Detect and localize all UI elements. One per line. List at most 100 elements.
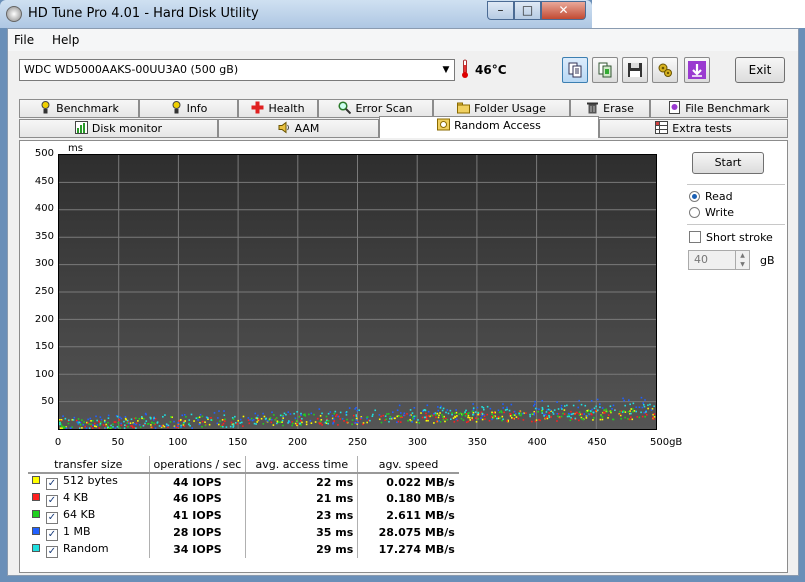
data-point bbox=[471, 417, 473, 419]
tab-benchmark[interactable]: Benchmark bbox=[19, 99, 139, 118]
folder-icon bbox=[457, 102, 471, 114]
data-point bbox=[436, 412, 439, 415]
data-point bbox=[452, 417, 455, 419]
series-color-swatch bbox=[32, 509, 40, 518]
data-point bbox=[178, 420, 181, 422]
options-button[interactable] bbox=[652, 57, 678, 83]
data-point bbox=[506, 408, 508, 411]
data-point bbox=[556, 412, 559, 415]
data-point bbox=[85, 427, 88, 429]
data-point bbox=[242, 415, 245, 418]
data-point bbox=[185, 415, 187, 418]
data-point bbox=[135, 427, 137, 429]
data-point bbox=[107, 414, 110, 417]
data-point bbox=[88, 423, 90, 425]
series-checkbox[interactable]: ✓ bbox=[46, 528, 58, 541]
data-point bbox=[225, 426, 228, 428]
data-point bbox=[455, 409, 457, 411]
data-point bbox=[257, 414, 259, 417]
data-point bbox=[366, 421, 368, 424]
data-point bbox=[449, 418, 452, 421]
short-stroke-stepper[interactable]: 40 ▲ ▼ bbox=[688, 250, 750, 270]
data-point bbox=[195, 417, 198, 419]
data-point bbox=[534, 407, 537, 410]
x-tick-label: 400 bbox=[527, 437, 547, 448]
data-point bbox=[289, 413, 292, 415]
write-radio[interactable]: Write bbox=[689, 206, 734, 219]
data-point bbox=[198, 423, 201, 426]
data-point bbox=[356, 421, 359, 424]
data-point bbox=[124, 417, 127, 420]
data-point bbox=[248, 422, 251, 425]
tab-disk-monitor[interactable]: Disk monitor bbox=[19, 119, 218, 138]
data-point bbox=[90, 425, 93, 427]
chevron-down-icon[interactable]: ▼ bbox=[438, 60, 454, 80]
data-point bbox=[77, 423, 80, 425]
data-point bbox=[90, 423, 92, 426]
start-button[interactable]: Start bbox=[692, 152, 764, 174]
data-point bbox=[191, 427, 193, 429]
tab-health[interactable]: Health bbox=[238, 99, 318, 118]
data-point bbox=[302, 413, 305, 416]
magnifier-icon bbox=[338, 101, 352, 114]
close-button[interactable]: ✕ bbox=[541, 1, 586, 20]
data-point bbox=[607, 414, 610, 416]
x-tick-label: 500gB bbox=[650, 437, 683, 448]
data-point bbox=[153, 417, 155, 419]
data-point bbox=[547, 408, 550, 411]
data-point bbox=[560, 404, 563, 407]
transfer-size-label: 4 KB bbox=[63, 490, 89, 504]
tab-extra-tests[interactable]: Extra tests bbox=[599, 119, 788, 138]
download-button[interactable] bbox=[684, 57, 710, 83]
data-point bbox=[547, 405, 549, 407]
data-point bbox=[533, 405, 535, 407]
data-point bbox=[346, 421, 348, 424]
series-checkbox[interactable]: ✓ bbox=[46, 494, 58, 507]
data-point bbox=[175, 426, 178, 429]
tab-info[interactable]: Info bbox=[139, 99, 238, 118]
drive-select[interactable]: WDC WD5000AAKS-00UU3A0 (500 gB) ▼ bbox=[19, 59, 455, 81]
data-point bbox=[492, 415, 495, 417]
data-point bbox=[320, 419, 323, 421]
tab-aam[interactable]: AAM bbox=[218, 119, 379, 138]
table-row: ✓ 512 bytes 44 IOPS 22 ms 0.022 MB/s bbox=[28, 473, 459, 490]
data-point bbox=[632, 402, 635, 405]
data-point bbox=[324, 421, 327, 424]
y-tick-label: 250 bbox=[34, 286, 54, 297]
data-point bbox=[265, 417, 267, 420]
maximize-button[interactable]: □ bbox=[514, 1, 541, 20]
data-point bbox=[253, 422, 256, 425]
data-point bbox=[582, 418, 585, 421]
series-checkbox[interactable]: ✓ bbox=[46, 511, 58, 524]
data-point bbox=[229, 425, 232, 428]
data-point bbox=[541, 399, 544, 402]
operations-cell: 41 IOPS bbox=[148, 507, 246, 524]
data-point bbox=[107, 417, 110, 420]
data-point bbox=[93, 425, 96, 427]
data-point bbox=[236, 423, 239, 425]
tab-random-access[interactable]: Random Access bbox=[379, 116, 599, 138]
exit-button[interactable]: Exit bbox=[735, 57, 785, 83]
short-stroke-checkbox[interactable]: Short stroke bbox=[689, 231, 773, 244]
data-point bbox=[154, 417, 157, 420]
series-checkbox[interactable]: ✓ bbox=[46, 545, 58, 558]
title-bar[interactable]: HD Tune Pro 4.01 - Hard Disk Utility – □… bbox=[0, 0, 592, 28]
data-point bbox=[589, 410, 592, 412]
series-checkbox[interactable]: ✓ bbox=[46, 478, 58, 490]
y-tick-label: 350 bbox=[34, 230, 54, 242]
stepper-arrows-icon[interactable]: ▲ ▼ bbox=[735, 251, 749, 269]
tab-file-benchmark[interactable]: File Benchmark bbox=[650, 99, 788, 118]
data-point bbox=[296, 423, 299, 426]
copy-info-button[interactable] bbox=[562, 57, 588, 83]
data-point bbox=[475, 420, 478, 423]
data-point bbox=[389, 415, 392, 418]
menu-help[interactable]: Help bbox=[52, 33, 79, 47]
copy-screenshot-button[interactable] bbox=[592, 57, 618, 83]
menu-file[interactable]: File bbox=[14, 33, 34, 47]
data-point bbox=[417, 419, 419, 421]
minimize-button[interactable]: – bbox=[487, 1, 514, 20]
data-point bbox=[68, 419, 70, 422]
read-radio[interactable]: Read bbox=[689, 190, 733, 203]
data-point bbox=[549, 409, 552, 412]
save-button[interactable] bbox=[622, 57, 648, 83]
